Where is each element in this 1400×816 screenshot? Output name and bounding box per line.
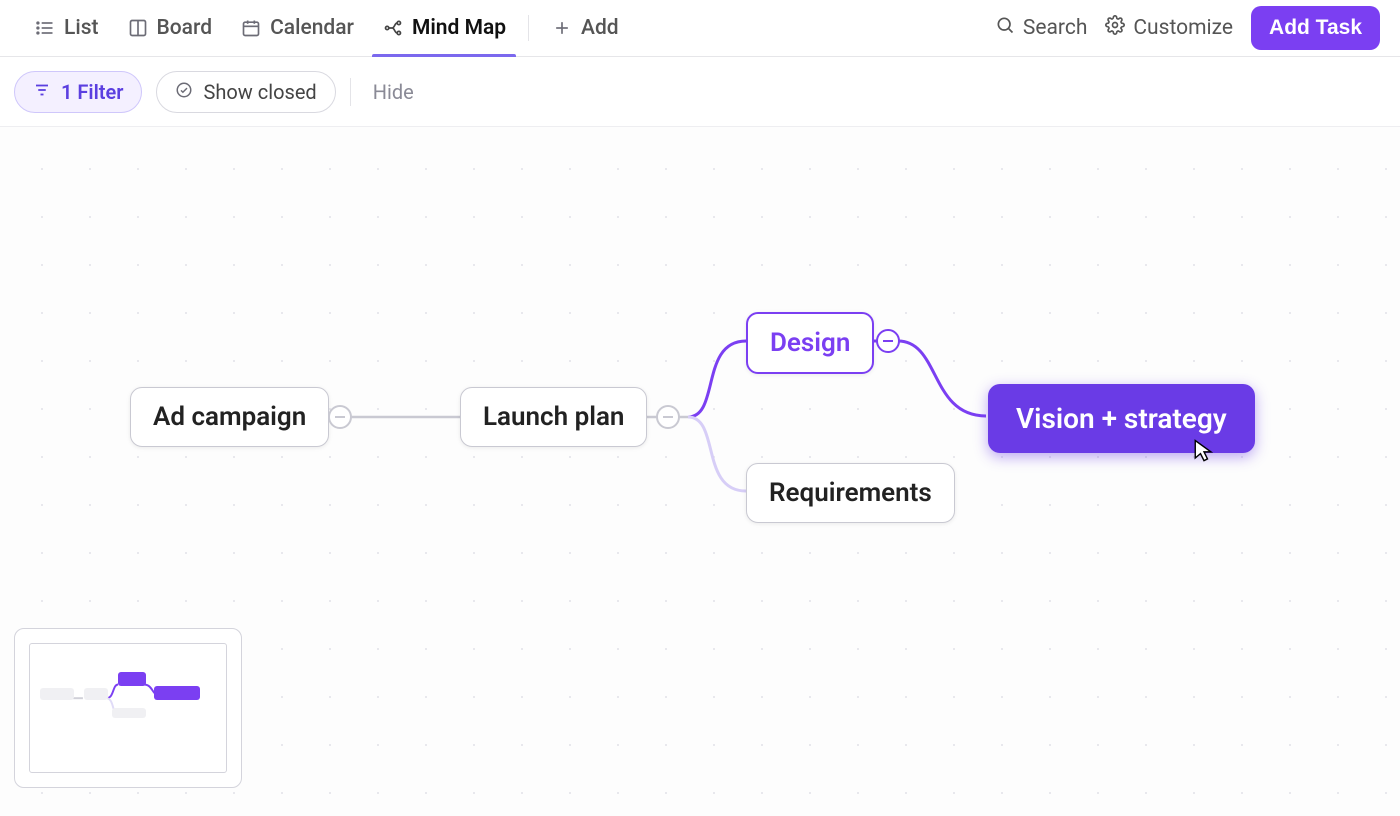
top-tab-bar: List Board Calendar Mind Map Add [0, 0, 1400, 57]
tab-calendar[interactable]: Calendar [226, 0, 368, 56]
tab-list[interactable]: List [20, 0, 113, 56]
customize-label: Customize [1133, 16, 1233, 40]
filter-bar: 1 Filter Show closed Hide [0, 57, 1400, 127]
add-task-button[interactable]: Add Task [1251, 6, 1380, 50]
tab-board-label: Board [157, 16, 213, 40]
minimap-node [84, 688, 108, 700]
search-icon [995, 15, 1015, 41]
board-icon [127, 17, 149, 39]
mindmap-canvas[interactable]: Ad campaign Launch plan Design Requireme… [0, 127, 1400, 816]
tab-divider [528, 15, 529, 41]
node-vision-strategy[interactable]: Vision + strategy [988, 384, 1255, 453]
search-label: Search [1023, 16, 1088, 40]
tab-board[interactable]: Board [113, 0, 227, 56]
list-icon [34, 17, 56, 39]
collapse-design[interactable] [876, 329, 900, 353]
hide-button[interactable]: Hide [365, 80, 422, 104]
tab-add-view-label: Add [581, 16, 619, 40]
node-ad-campaign-label: Ad campaign [153, 402, 306, 432]
node-vision-strategy-label: Vision + strategy [1016, 402, 1227, 435]
tab-add-view[interactable]: Add [537, 0, 633, 56]
filterbar-divider [350, 78, 351, 106]
node-ad-campaign[interactable]: Ad campaign [130, 387, 329, 447]
tab-mind-map-label: Mind Map [412, 16, 506, 40]
minimap[interactable] [14, 628, 242, 788]
node-design[interactable]: Design [746, 312, 874, 374]
mindmap-icon [382, 17, 404, 39]
tab-list-label: List [64, 16, 99, 40]
filter-chip-label: 1 Filter [61, 80, 123, 104]
show-closed-label: Show closed [203, 80, 316, 104]
minimap-node [118, 672, 146, 686]
plus-icon [551, 17, 573, 39]
minimap-node [154, 686, 200, 700]
gear-icon [1105, 15, 1125, 41]
calendar-icon [240, 17, 262, 39]
collapse-ad-campaign[interactable] [328, 405, 352, 429]
collapse-launch-plan[interactable] [656, 405, 680, 429]
node-requirements-label: Requirements [769, 478, 932, 508]
tab-calendar-label: Calendar [270, 16, 354, 40]
topbar-right: Search Customize Add Task [995, 6, 1380, 50]
minimap-node [112, 708, 146, 718]
customize-button[interactable]: Customize [1105, 15, 1233, 41]
check-circle-icon [175, 80, 193, 104]
minimap-viewport [29, 643, 227, 773]
node-launch-plan[interactable]: Launch plan [460, 387, 647, 447]
filter-chip[interactable]: 1 Filter [14, 71, 142, 113]
search-button[interactable]: Search [995, 15, 1088, 41]
node-launch-plan-label: Launch plan [483, 402, 624, 432]
view-tabs: List Board Calendar Mind Map Add [20, 0, 633, 56]
node-design-label: Design [770, 328, 850, 358]
minimap-node [40, 688, 74, 700]
tab-mind-map[interactable]: Mind Map [368, 0, 520, 56]
show-closed-chip[interactable]: Show closed [156, 71, 335, 113]
node-requirements[interactable]: Requirements [746, 463, 955, 523]
filter-icon [33, 80, 51, 104]
